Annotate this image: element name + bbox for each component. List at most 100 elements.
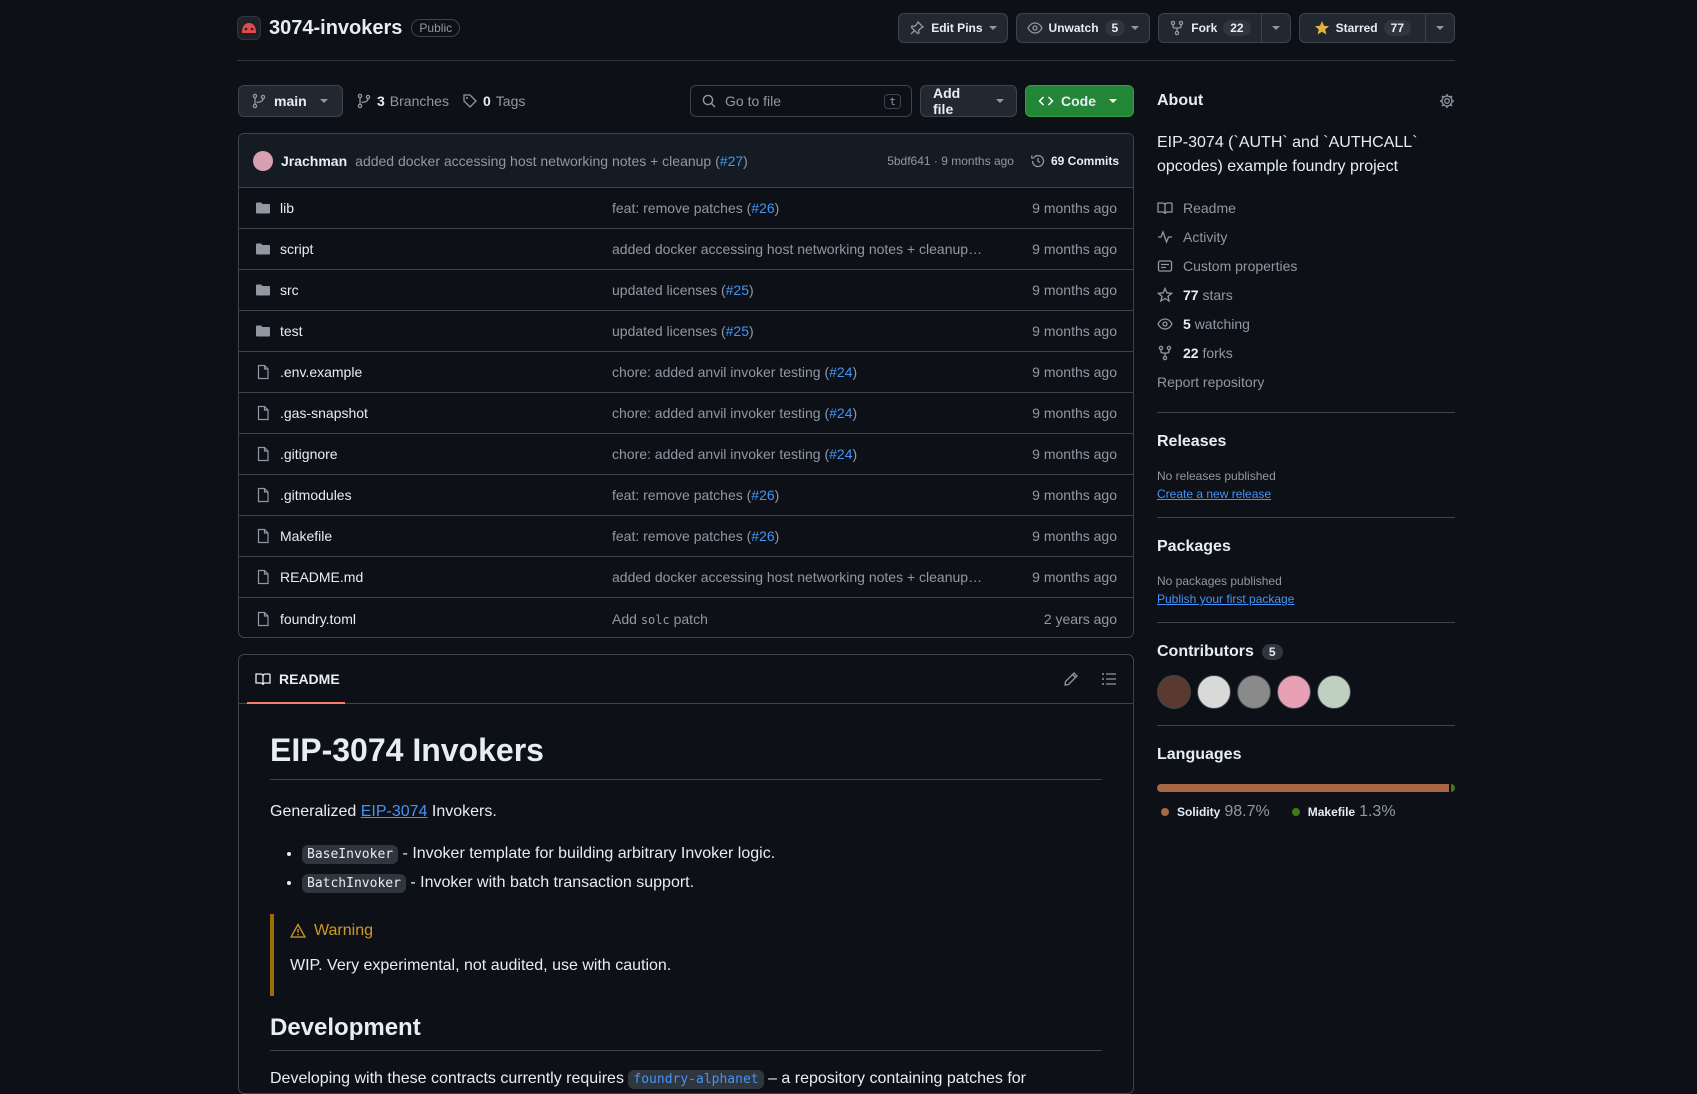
history-icon [1031,154,1045,167]
avatar[interactable] [1237,675,1271,709]
table-row[interactable]: README.md added docker accessing host net… [239,557,1133,598]
commit-message[interactable]: added docker accessing host networking n… [355,153,748,169]
file-age[interactable]: 9 months ago [1032,569,1117,585]
forks-link[interactable]: 22 forks [1157,338,1455,367]
tags-link[interactable]: 0 Tags [462,85,525,117]
file-age[interactable]: 9 months ago [1032,528,1117,544]
avatar[interactable] [1157,675,1191,709]
activity-link[interactable]: Activity [1157,222,1455,251]
pr-link[interactable]: #24 [829,405,852,421]
file-commit-message[interactable]: feat: remove patches (#26) [612,528,992,544]
table-row[interactable]: lib feat: remove patches (#26) 9 months ag… [239,188,1133,229]
language-bar-segment[interactable] [1157,784,1450,792]
file-name-link[interactable]: lib [280,200,612,216]
file-age[interactable]: 9 months ago [1032,405,1117,421]
edit-pencil-icon[interactable] [1063,671,1079,687]
file-age[interactable]: 9 months ago [1032,487,1117,503]
language-item[interactable]: Solidity 98.7% [1161,800,1270,824]
pr-link[interactable]: #24 [829,446,852,462]
watchers-link[interactable]: 5 watching [1157,309,1455,338]
file-commit-message[interactable]: chore: added anvil invoker testing (#24) [612,405,992,421]
pr-link[interactable]: #26 [751,200,774,216]
unwatch-button[interactable]: Unwatch 5 [1015,13,1151,43]
foundry-alphanet-link[interactable]: foundry-alphanet [628,1070,764,1089]
file-age[interactable]: 2 years ago [1044,611,1117,627]
file-commit-message[interactable]: chore: added anvil invoker testing (#24) [612,364,992,380]
table-row[interactable]: .gitignore chore: added anvil invoker tes… [239,434,1133,475]
file-name-link[interactable]: script [280,241,612,257]
avatar[interactable] [1317,675,1351,709]
file-age[interactable]: 9 months ago [1032,241,1117,257]
commit-meta[interactable]: 5bdf641 · 9 months ago [887,154,1014,168]
file-commit-message[interactable]: updated licenses (#25) [612,323,992,339]
language-item[interactable]: Makefile 1.3% [1291,800,1396,824]
table-row[interactable]: src updated licenses (#25) 9 months ago [239,270,1133,311]
publish-package-link[interactable]: Publish your first package [1157,592,1455,606]
branches-link[interactable]: 3 Branches [356,85,449,117]
file-name-link[interactable]: .gas-snapshot [280,405,612,421]
table-row[interactable]: Makefile feat: remove patches (#26) 9 mont… [239,516,1133,557]
eip-3074-link[interactable]: EIP-3074 [361,803,428,820]
pr-link[interactable]: #24 [829,364,852,380]
fork-button[interactable]: Fork 22 [1158,13,1291,43]
file-commit-message[interactable]: added docker accessing host networking n… [612,241,992,257]
go-to-file-input[interactable]: Go to file t [690,85,912,117]
file-name-link[interactable]: .env.example [280,364,612,380]
owner-avatar[interactable] [237,16,261,40]
pr-link[interactable]: #26 [751,528,774,544]
table-row[interactable]: test updated licenses (#25) 9 months ago [239,311,1133,352]
contributors-heading[interactable]: Contributors [1157,643,1254,661]
file-age[interactable]: 9 months ago [1032,364,1117,380]
readme-tab[interactable]: README [255,671,340,687]
file-age[interactable]: 9 months ago [1032,200,1117,216]
starred-button[interactable]: Starred 77 [1298,13,1455,43]
report-repository-link[interactable]: Report repository [1157,367,1455,396]
readme-link[interactable]: Readme [1157,193,1455,222]
file-name-link[interactable]: foundry.toml [280,611,612,627]
releases-heading[interactable]: Releases [1157,433,1455,451]
file-name-link[interactable]: README.md [280,569,612,585]
file-name-link[interactable]: src [280,282,612,298]
gear-icon[interactable] [1439,93,1455,109]
table-row[interactable]: .gas-snapshot chore: added anvil invoker … [239,393,1133,434]
avatar[interactable] [1197,675,1231,709]
file-age[interactable]: 9 months ago [1032,323,1117,339]
commits-link[interactable]: 69 Commits [1030,153,1119,169]
commit-author-avatar[interactable] [253,150,273,171]
file-name-link[interactable]: test [280,323,612,339]
outline-list-icon[interactable] [1101,671,1117,687]
file-commit-message[interactable]: added docker accessing host networking n… [612,569,992,585]
fork-menu-button[interactable] [1260,14,1290,42]
stars-link[interactable]: 77 stars [1157,280,1455,309]
file-commit-message[interactable]: Add solc patch [612,611,992,627]
file-age[interactable]: 9 months ago [1032,282,1117,298]
custom-properties-link[interactable]: Custom properties [1157,251,1455,280]
branch-select-button[interactable]: main [238,85,343,117]
packages-heading[interactable]: Packages [1157,538,1455,556]
file-name-link[interactable]: .gitignore [280,446,612,462]
pr-link[interactable]: #25 [726,282,749,298]
file-name-link[interactable]: .gitmodules [280,487,612,503]
pr-link[interactable]: #25 [726,323,749,339]
pr-link[interactable]: #26 [751,487,774,503]
file-age[interactable]: 9 months ago [1032,446,1117,462]
star-list-menu-button[interactable] [1425,14,1454,42]
table-row[interactable]: .gitmodules feat: remove patches (#26) 9 m… [239,475,1133,516]
avatar[interactable] [1277,675,1311,709]
language-bar-segment[interactable] [1451,784,1455,792]
table-row[interactable]: script added docker accessing host networ… [239,229,1133,270]
file-commit-message[interactable]: chore: added anvil invoker testing (#24) [612,446,992,462]
table-row[interactable]: foundry.toml Add solc patch 2 years ago [239,598,1133,637]
code-button[interactable]: Code [1025,85,1134,117]
edit-pins-button[interactable]: Edit Pins [898,13,1008,43]
file-commit-message[interactable]: updated licenses (#25) [612,282,992,298]
add-file-button[interactable]: Add file [920,85,1017,117]
repo-name[interactable]: 3074-invokers [269,17,402,40]
file-commit-message[interactable]: feat: remove patches (#26) [612,200,992,216]
file-name-link[interactable]: Makefile [280,528,612,544]
table-row[interactable]: .env.example chore: added anvil invoker t… [239,352,1133,393]
commit-pr-link[interactable]: #27 [720,153,743,169]
commit-author[interactable]: Jrachman [281,153,347,169]
create-release-link[interactable]: Create a new release [1157,487,1455,501]
file-commit-message[interactable]: feat: remove patches (#26) [612,487,992,503]
